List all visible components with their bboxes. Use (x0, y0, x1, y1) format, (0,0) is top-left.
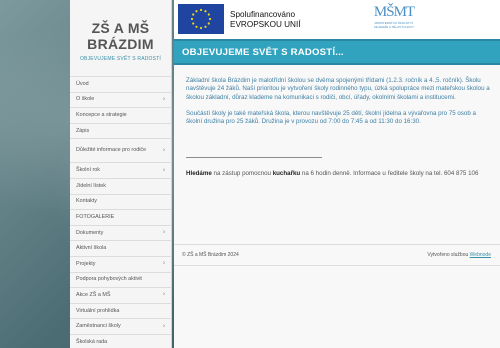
notice-bold-seeking: Hledáme (186, 170, 212, 178)
site-brand[interactable]: ZŠ A MŠ BRÁZDIM OBJEVUJEME SVĚT S RADOST… (70, 0, 171, 76)
site-subtitle: OBJEVUJEME SVĚT S RADOSTÍ (79, 56, 162, 62)
sidebar-item-label: Projekty (76, 260, 96, 267)
chevron-right-icon[interactable]: › (163, 292, 165, 299)
sidebar-item-10[interactable]: Dokumenty › (70, 226, 171, 242)
sidebar-item-3[interactable]: Koncepce a strategie (70, 108, 171, 124)
sidebar-nav: Úvod O škole › Koncepce a strategie Zápis Důl… (70, 76, 171, 348)
eu-star (195, 25, 198, 28)
eu-star (204, 10, 207, 13)
sidebar-item-label: Virtuální prohlídka (76, 307, 120, 314)
footer-credit: Vytvořeno službou Webnode (427, 252, 491, 258)
sidebar-item-7[interactable]: Jídelní lístek (70, 179, 171, 195)
chevron-right-icon[interactable]: › (163, 323, 165, 330)
eu-flag-logo (178, 4, 224, 34)
sidebar-item-12[interactable]: Projekty › (70, 257, 171, 273)
main-content: Spolufinancováno EVROPSKOU UNIÍ MŠMT MIN… (174, 0, 500, 348)
sidebar-item-label: Důležité informace pro rodiče (76, 147, 147, 154)
eu-text-line2: EVROPSKOU UNIÍ (230, 20, 301, 29)
sidebar-item-2[interactable]: O škole › (70, 93, 171, 109)
msmt-mark: MŠMT (373, 4, 415, 20)
sidebar-item-label: Zápis (76, 127, 90, 134)
divider (186, 157, 322, 159)
eu-star (204, 25, 207, 28)
sidebar-item-label: O škole (76, 96, 95, 103)
eu-star (195, 10, 198, 13)
sidebar-item-label: Aktivní škola (76, 245, 107, 252)
sidebar-item-label: Kontakty (76, 198, 97, 205)
sidebar-item-label: Školská rada (76, 338, 108, 345)
sidebar-item-13[interactable]: Podpora pohybových aktivit (70, 273, 171, 289)
sidebar-item-6[interactable]: Školní rok › (70, 163, 171, 179)
sidebar-item-17[interactable]: Školská rada (70, 335, 171, 348)
sidebar-item-label: FOTOGALERIE (76, 213, 115, 220)
eu-cofinancing-text: Spolufinancováno EVROPSKOU UNIÍ (230, 10, 301, 30)
notice-bold-cook: kuchařku (272, 170, 301, 178)
footer-copyright: © ZŠ a MŠ Brázdim 2024 (182, 252, 239, 258)
page-footer: © ZŠ a MŠ Brázdim 2024 Vytvořeno službou… (174, 244, 500, 266)
sidebar-item-1[interactable]: Úvod (70, 77, 171, 93)
sidebar-item-9[interactable]: FOTOGALERIE (70, 210, 171, 226)
notice-text-1: na zástup pomocnou (211, 170, 273, 178)
sidebar-item-14[interactable]: Akce ZŠ a MŠ › (70, 288, 171, 304)
logo-banner: Spolufinancováno EVROPSKOU UNIÍ MŠMT MIN… (174, 0, 500, 39)
eu-star (190, 17, 194, 21)
msmt-logo: MŠMT MINISTERSTVO ŠKOLSTVÍ, MLÁDEŽE A TĚ… (364, 3, 424, 36)
sidebar-item-15[interactable]: Virtuální prohlídka (70, 304, 171, 320)
sidebar-item-label: Akce ZŠ a MŠ (76, 291, 111, 298)
eu-star (192, 22, 195, 25)
site-title-line1: ZŠ A MŠ (91, 20, 150, 36)
sidebar-item-label: Školní rok (76, 167, 100, 174)
eu-stars-icon (190, 8, 212, 30)
eu-star (192, 13, 195, 16)
chevron-right-icon[interactable]: › (163, 167, 165, 174)
chevron-right-icon[interactable]: › (163, 147, 165, 154)
chevron-right-icon[interactable]: › (163, 261, 165, 268)
sidebar-item-label: Zaměstnanci školy (76, 323, 121, 330)
sidebar-item-label: Koncepce a strategie (76, 111, 127, 118)
sidebar-item-4[interactable]: Zápis (70, 124, 171, 140)
eu-star (207, 22, 210, 25)
article-body: Základní škola Brázdim je malotřídní ško… (174, 65, 500, 179)
msmt-line2: MLÁDEŽE A TĚLOVÝCHOVY (374, 25, 414, 29)
eu-star (207, 13, 210, 16)
sidebar-item-label: Úvod (76, 80, 89, 87)
school-facilities-paragraph: Součástí školy je také mateřská škola, k… (186, 109, 476, 126)
eu-star (199, 8, 203, 12)
eu-text-line1: Spolufinancováno (230, 10, 296, 19)
sidebar-item-16[interactable]: Zaměstnanci školy › (70, 319, 171, 335)
notice-text-2: na 6 hodin denně. Informace u ředitele š… (300, 170, 479, 178)
sidebar-item-8[interactable]: Kontakty (70, 195, 171, 211)
sidebar-item-label: Jídelní lístek (76, 182, 106, 189)
site-title-line2: BRÁZDIM (87, 36, 154, 52)
sidebar: ZŠ A MŠ BRÁZDIM OBJEVUJEME SVĚT S RADOST… (70, 0, 172, 348)
sidebar-item-label: Podpora pohybových aktivit (76, 276, 142, 283)
page-wrapper: ZŠ A MŠ BRÁZDIM OBJEVUJEME SVĚT S RADOST… (70, 0, 500, 348)
intro-paragraph: Základní škola Brázdim je malotřídní ško… (186, 77, 490, 101)
chevron-right-icon[interactable]: › (163, 96, 165, 103)
footer-credit-text: Vytvořeno službou (427, 252, 470, 258)
chevron-right-icon[interactable]: › (163, 230, 165, 237)
page-heading-bar: OBJEVUJEME SVĚT S RADOSTÍ... (174, 39, 500, 65)
page-title: OBJEVUJEME SVĚT S RADOSTÍ... (182, 46, 344, 58)
sidebar-item-label: Dokumenty (76, 229, 104, 236)
webnode-link[interactable]: Webnode (470, 252, 491, 258)
sidebar-item-5[interactable]: Důležité informace pro rodiče › (70, 139, 171, 164)
eu-star (199, 26, 203, 30)
job-notice: Hledáme na zástup pomocnou kuchařku na 6… (186, 170, 491, 178)
sidebar-item-11[interactable]: Aktivní škola (70, 241, 171, 257)
eu-star (208, 17, 212, 21)
